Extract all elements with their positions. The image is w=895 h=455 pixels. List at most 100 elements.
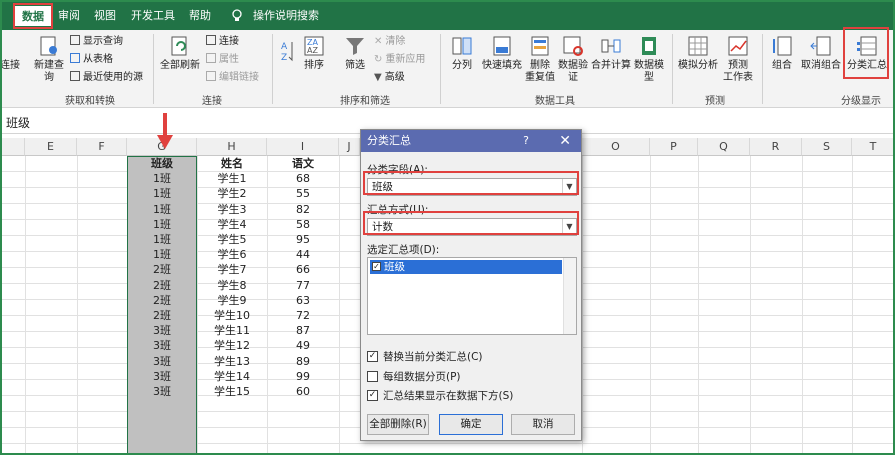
ungroup-button[interactable]: 取消组合 [798, 34, 844, 72]
show-query-button[interactable]: 显示查询 [70, 34, 123, 50]
properties-button[interactable]: 属性 [206, 52, 239, 68]
table-cell[interactable]: 55 [267, 186, 339, 202]
table-cell[interactable]: 72 [267, 308, 339, 324]
table-cell[interactable]: 学生10 [197, 308, 267, 324]
table-cell[interactable]: 3班 [127, 384, 197, 400]
table-cell[interactable]: 学生11 [197, 323, 267, 339]
forecast-sheet-button[interactable]: 预测 工作表 [720, 34, 756, 84]
data-validation-button[interactable]: 数据验 证 [556, 34, 590, 84]
below-checkbox[interactable]: ✓ 汇总结果显示在数据下方(S) [367, 389, 513, 403]
from-table-button[interactable]: 从表格 [70, 52, 113, 68]
tab-help[interactable]: 帮助 [186, 6, 214, 26]
column-header-i[interactable]: I [267, 138, 339, 156]
close-icon[interactable]: ✕ [559, 130, 571, 152]
column-header-q[interactable]: Q [698, 138, 750, 156]
column-header-s[interactable]: S [802, 138, 852, 156]
table-cell[interactable]: 3班 [127, 369, 197, 385]
table-cell[interactable]: 2班 [127, 262, 197, 278]
tab-review[interactable]: 审阅 [56, 6, 82, 26]
table-cell[interactable]: 1班 [127, 186, 197, 202]
text-to-columns-button[interactable]: 分列 [446, 34, 478, 72]
table-header-cell[interactable]: 姓名 [197, 156, 267, 172]
help-icon[interactable]: ? [523, 130, 529, 152]
tab-view[interactable]: 视图 [92, 6, 118, 26]
table-cell[interactable]: 68 [267, 171, 339, 187]
column-header-f[interactable]: F [77, 138, 127, 156]
table-cell[interactable]: 3班 [127, 354, 197, 370]
table-cell[interactable]: 44 [267, 247, 339, 263]
filter-button[interactable]: 筛选 [340, 34, 370, 72]
table-cell[interactable]: 3班 [127, 338, 197, 354]
table-cell[interactable]: 学生9 [197, 293, 267, 309]
group-rows-button[interactable]: 组合 [766, 34, 798, 72]
table-cell[interactable]: 77 [267, 278, 339, 294]
table-cell[interactable]: 学生4 [197, 217, 267, 233]
table-header-cell[interactable]: 班级 [127, 156, 197, 172]
connections-button[interactable]: 连接 [206, 34, 239, 50]
table-cell[interactable]: 学生8 [197, 278, 267, 294]
refresh-all-button[interactable]: 全部刷新 [158, 34, 202, 72]
table-cell[interactable]: 95 [267, 232, 339, 248]
table-cell[interactable]: 1班 [127, 202, 197, 218]
what-if-button[interactable]: 模拟分析 [677, 34, 719, 72]
items-listbox[interactable]: ✓ 班级 [367, 257, 577, 335]
table-cell[interactable]: 学生1 [197, 171, 267, 187]
connections-partial-button[interactable]: 连接 [0, 60, 20, 72]
table-cell[interactable]: 学生7 [197, 262, 267, 278]
table-cell[interactable]: 87 [267, 323, 339, 339]
ok-button[interactable]: 确定 [439, 414, 503, 435]
table-cell[interactable]: 60 [267, 384, 339, 400]
table-cell[interactable]: 58 [267, 217, 339, 233]
checkbox-checked-icon[interactable]: ✓ [372, 262, 381, 271]
table-cell[interactable]: 66 [267, 262, 339, 278]
sort-button[interactable]: ZA AZ 排序 [300, 34, 328, 72]
remove-duplicates-button[interactable]: 删除 重复值 [524, 34, 556, 84]
table-cell[interactable]: 学生2 [197, 186, 267, 202]
table-header-cell[interactable]: 语文 [267, 156, 339, 172]
table-cell[interactable]: 49 [267, 338, 339, 354]
table-cell[interactable]: 1班 [127, 247, 197, 263]
list-scrollbar[interactable] [563, 258, 576, 334]
new-query-button[interactable]: 新建查 询 [30, 34, 68, 84]
lightbulb-icon[interactable] [230, 8, 244, 22]
table-cell[interactable]: 2班 [127, 278, 197, 294]
remove-all-button[interactable]: 全部删除(R) [367, 414, 429, 435]
table-cell[interactable]: 2班 [127, 308, 197, 324]
table-cell[interactable]: 学生13 [197, 354, 267, 370]
edit-links-button[interactable]: 编辑链接 [206, 70, 259, 86]
recent-sources-button[interactable]: 最近使用的源 [70, 70, 143, 86]
replace-checkbox[interactable]: ✓ 替换当前分类汇总(C) [367, 350, 483, 364]
sort-az-icon[interactable]: AZ [278, 38, 298, 72]
column-header-h[interactable]: H [197, 138, 267, 156]
checkbox-checked-icon[interactable]: ✓ [367, 390, 378, 401]
table-cell[interactable]: 3班 [127, 323, 197, 339]
column-header-j[interactable]: J [339, 138, 360, 156]
column-header-p[interactable]: P [650, 138, 698, 156]
column-header-o[interactable]: O [582, 138, 650, 156]
clear-button[interactable]: ✕ 清除 [374, 34, 405, 50]
table-cell[interactable]: 82 [267, 202, 339, 218]
table-cell[interactable]: 89 [267, 354, 339, 370]
column-header-t[interactable]: T [852, 138, 895, 156]
table-cell[interactable]: 学生12 [197, 338, 267, 354]
table-cell[interactable]: 学生15 [197, 384, 267, 400]
column-header-e[interactable]: E [25, 138, 77, 156]
dialog-title-bar[interactable]: 分类汇总 [361, 130, 581, 152]
table-cell[interactable]: 63 [267, 293, 339, 309]
checkbox-checked-icon[interactable]: ✓ [367, 351, 378, 362]
checkbox-empty-icon[interactable] [367, 371, 378, 382]
flash-fill-button[interactable]: 快速填充 [480, 34, 524, 72]
select-all-corner[interactable] [0, 138, 25, 156]
table-cell[interactable]: 1班 [127, 232, 197, 248]
reapply-button[interactable]: ↻ 重新应用 [374, 52, 425, 68]
pagebreak-checkbox[interactable]: 每组数据分页(P) [367, 370, 461, 384]
tab-developer[interactable]: 开发工具 [130, 6, 176, 26]
data-model-button[interactable]: 数据模 型 [632, 34, 666, 84]
table-cell[interactable]: 99 [267, 369, 339, 385]
table-cell[interactable]: 学生6 [197, 247, 267, 263]
table-cell[interactable]: 1班 [127, 217, 197, 233]
table-cell[interactable]: 学生14 [197, 369, 267, 385]
column-header-r[interactable]: R [750, 138, 802, 156]
table-cell[interactable]: 学生3 [197, 202, 267, 218]
table-cell[interactable]: 1班 [127, 171, 197, 187]
